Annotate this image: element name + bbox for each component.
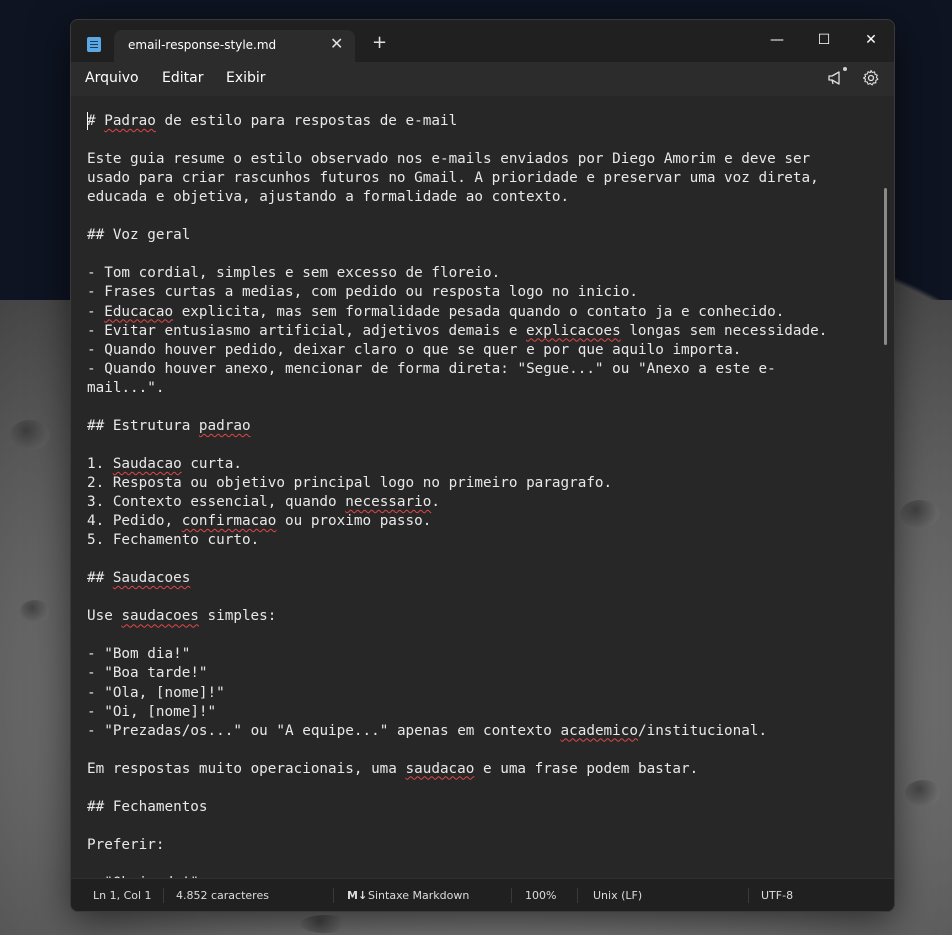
spellcheck-word: Educacao [104,303,174,320]
editor-line: - Tom cordial, simples e sem excesso de … [87,265,501,282]
spellcheck-word: Padrao [104,113,156,129]
title-bar: email-response-style.md ✕ + — ☐ ✕ [71,20,894,62]
cursor-position[interactable]: Ln 1, Col 1 [93,889,152,902]
editor-line: 4. Pedido, confirmacao ou proximo passo. [87,513,432,530]
editor-line: - "Bom dia!" [87,646,191,663]
moon-crater [20,600,50,622]
editor-line: ## Estrutura padrao [87,417,251,434]
minimize-button[interactable]: — [757,26,797,54]
menu-editar[interactable]: Editar [162,70,203,86]
character-count: 4.852 caracteres [176,889,269,902]
editor-line: - "Boa tarde!" [87,665,208,682]
new-tab-button[interactable]: + [372,34,387,52]
menu-exibir[interactable]: Exibir [226,70,266,86]
spellcheck-word: explicacoes [526,322,621,339]
editor-line: - "Prezadas/os..." ou "A equipe..." apen… [87,722,768,739]
tab-document[interactable]: email-response-style.md ✕ [114,30,355,62]
spellcheck-word: necessario [345,494,432,510]
spellcheck-word: academico [560,722,638,739]
status-bar: Ln 1, Col 1 4.852 caracteres M↓ Sintaxe … [71,878,894,911]
editor-line: 2. Resposta ou objetivo principal logo n… [87,474,613,491]
moon-crater [900,500,940,528]
spellcheck-word: confirmacao [181,513,277,530]
editor-line: 3. Contexto essencial, quando necessario… [87,494,440,510]
editor-line: Em respostas muito operacionais, uma sau… [87,760,699,777]
editor-line: Este guia resume o estilo observado nos … [87,151,811,168]
moon-crater [905,780,941,806]
spellcheck-word: Saudacao [112,455,182,472]
editor-line: educada e objetiva, ajustando a formalid… [87,189,570,206]
editor-line: Use saudacoes simples: [87,608,277,625]
text-editor[interactable]: # Padrao de estilo para respostas de e-m… [71,96,894,891]
notification-dot [843,67,847,71]
editor-line: ## Fechamentos [87,798,208,815]
menu-arquivo[interactable]: Arquivo [85,70,139,86]
status-divider [577,888,578,903]
tab-title: email-response-style.md [128,38,277,52]
notepad-icon [87,37,101,52]
editor-line: usado para criar rascunhos futuros no Gm… [87,170,819,187]
editor-line: mail...". [87,379,165,396]
spellcheck-word: padrao [198,417,251,434]
vertical-scrollbar[interactable] [884,188,887,345]
menu-bar: Arquivo Editar Exibir [71,62,894,96]
editor-line: 1. Saudacao curta. [87,455,242,472]
editor-line: - Educacao explicita, mas sem formalidad… [87,303,785,320]
syntax-mode[interactable]: Sintaxe Markdown [368,889,469,902]
editor-line: - Frases curtas a medias, com pedido ou … [87,284,638,301]
editor-line: ## Saudacoes [87,570,191,587]
close-button[interactable]: ✕ [851,26,891,54]
status-divider [163,888,164,903]
editor-line: - Evitar entusiasmo artificial, adjetivo… [87,322,828,339]
spellcheck-word: saudacao [405,760,475,777]
status-divider [748,888,749,903]
editor-line: ## Voz geral [87,227,191,244]
line-ending[interactable]: Unix (LF) [593,889,642,902]
status-divider [333,888,334,903]
notepad-window: email-response-style.md ✕ + — ☐ ✕ Arquiv… [70,19,895,912]
zoom-level[interactable]: 100% [525,889,556,902]
maximize-button[interactable]: ☐ [804,26,844,54]
status-divider [511,888,512,903]
spellcheck-word: saudacoes [121,608,199,625]
editor-line: - "Oi, [nome]!" [87,703,217,720]
editor-line: - Quando houver pedido, deixar claro o q… [87,341,742,358]
moon-crater [10,420,50,450]
editor-line: 5. Fechamento curto. [87,532,260,549]
editor-line: - Quando houver anexo, mencionar de form… [87,360,776,377]
editor-line: Preferir: [87,836,165,853]
editor-line: - "Ola, [nome]!" [87,684,225,701]
tab-close-icon[interactable]: ✕ [330,34,343,53]
gear-icon[interactable] [862,69,880,87]
markdown-icon: M↓ [347,889,368,902]
encoding[interactable]: UTF-8 [761,889,793,902]
spellcheck-word: Saudacoes [112,570,191,587]
moon-crater [300,915,350,933]
megaphone-icon[interactable] [827,69,845,87]
editor-line: # Padrao de estilo para respostas de e-m… [87,113,458,129]
